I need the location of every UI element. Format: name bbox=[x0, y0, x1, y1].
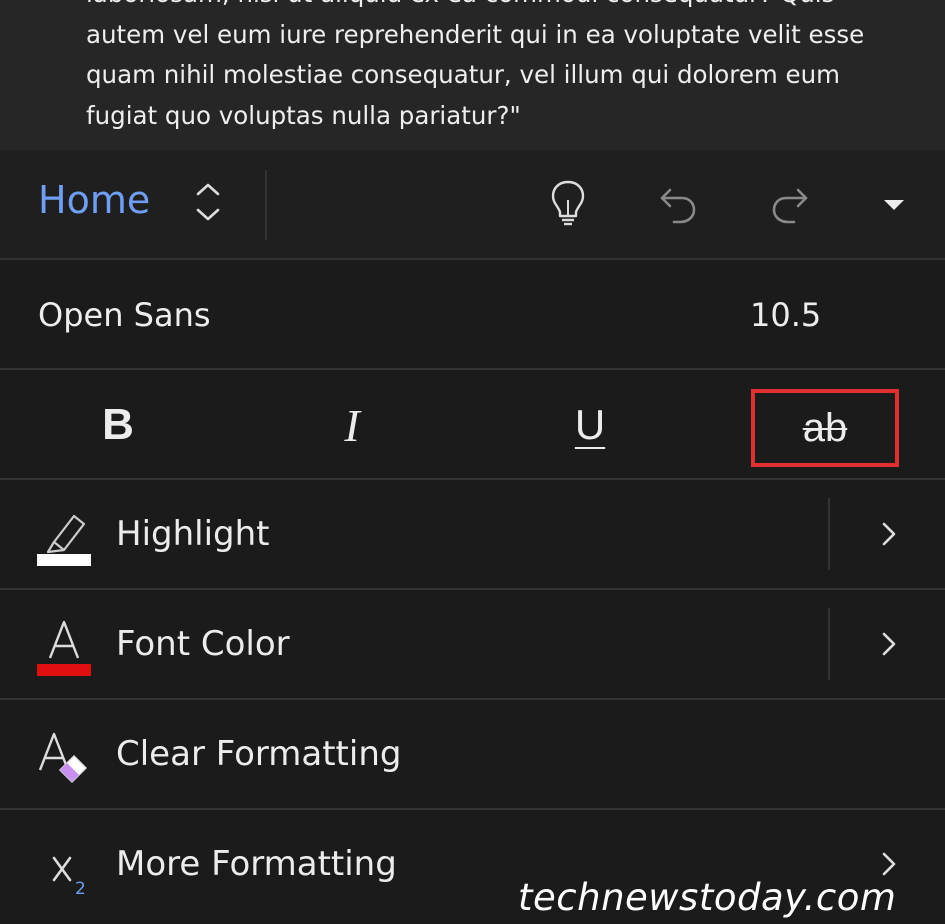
subscript-icon: 2 bbox=[52, 856, 86, 898]
underline-button[interactable]: U bbox=[552, 388, 628, 462]
strikethrough-button[interactable]: ab bbox=[751, 389, 899, 467]
doc-line: fugiat quo voluptas nulla pariatur?" bbox=[86, 100, 521, 130]
site-watermark: technewstoday.com bbox=[518, 876, 897, 919]
menu-item-label: Highlight bbox=[116, 514, 270, 554]
redo-icon[interactable] bbox=[768, 178, 812, 228]
menu-item-highlight[interactable]: Highlight bbox=[0, 478, 945, 590]
menu-item-clear-formatting[interactable]: Clear Formatting bbox=[0, 698, 945, 810]
tab-home[interactable]: Home bbox=[38, 178, 150, 222]
italic-button[interactable]: I bbox=[314, 388, 390, 462]
chevron-right-icon[interactable] bbox=[876, 628, 902, 660]
menu-divider bbox=[828, 498, 830, 570]
chevron-up-down-icon[interactable] bbox=[190, 178, 226, 226]
ribbon-toolbar: Home bbox=[0, 150, 945, 258]
menu-item-label: More Formatting bbox=[116, 844, 397, 884]
doc-line: laboriosam, nisi ut aliquid ex ea commod… bbox=[86, 0, 886, 15]
caret-down-icon[interactable] bbox=[872, 178, 916, 228]
font-color-icon bbox=[37, 620, 91, 676]
menu-divider bbox=[828, 608, 830, 680]
text-style-row: B I U ab bbox=[0, 368, 945, 480]
doc-line: quam nihil molestiae consequatur, vel il… bbox=[86, 60, 841, 89]
menu-item-label: Font Color bbox=[116, 624, 290, 664]
clear-formatting-icon bbox=[38, 732, 88, 784]
menu-item-font-color[interactable]: Font Color bbox=[0, 588, 945, 700]
font-size-dropdown[interactable]: 10.5 bbox=[750, 296, 821, 334]
bold-button[interactable]: B bbox=[80, 388, 156, 462]
menu-item-label: Clear Formatting bbox=[116, 734, 402, 774]
undo-icon[interactable] bbox=[656, 178, 700, 228]
highlighter-icon bbox=[37, 514, 91, 566]
document-text[interactable]: laboriosam, nisi ut aliquid ex ea commod… bbox=[86, 0, 886, 136]
chevron-right-icon[interactable] bbox=[876, 518, 902, 550]
svg-text:2: 2 bbox=[75, 879, 86, 898]
font-name-dropdown[interactable]: Open Sans bbox=[38, 296, 211, 334]
lightbulb-icon[interactable] bbox=[546, 178, 590, 228]
font-selector-row: Open Sans 10.5 bbox=[0, 258, 945, 370]
toolbar-divider bbox=[265, 170, 267, 240]
document-preview[interactable]: laboriosam, nisi ut aliquid ex ea commod… bbox=[0, 0, 945, 150]
doc-line: autem vel eum iure reprehenderit qui in … bbox=[86, 19, 865, 49]
